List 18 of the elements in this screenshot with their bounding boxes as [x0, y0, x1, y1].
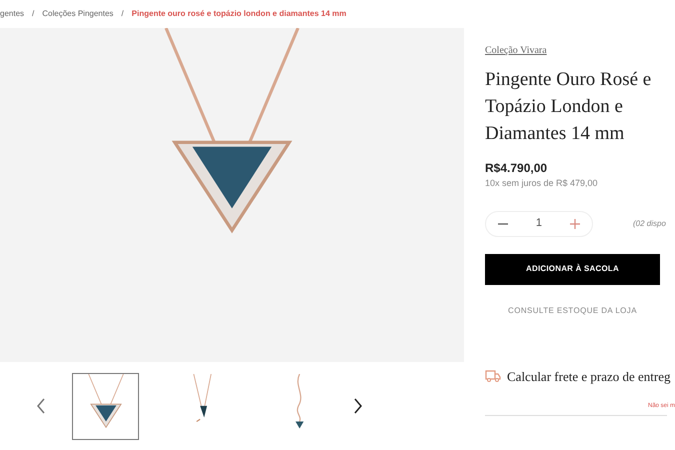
thumbnail[interactable] [72, 372, 139, 440]
add-to-bag-button[interactable]: ADICIONAR À SACOLA [485, 254, 660, 284]
breadcrumb-link[interactable]: Pingente ouro rosé e topázio london e diamantes 14 mm [132, 8, 346, 20]
breadcrumb-link[interactable]: gentes [0, 8, 24, 20]
price: R$4.790,00 [485, 160, 548, 177]
shipping-calculator-label: Calcular frete e prazo de entreg [507, 368, 670, 386]
quantity-field[interactable]: 1 [532, 215, 545, 232]
breadcrumb-separator: / [32, 8, 34, 20]
stock-note: (02 dispo [633, 218, 666, 230]
breadcrumb-separator: / [121, 8, 124, 20]
breadcrumb-link[interactable]: Coleções Pingentes [42, 8, 114, 20]
plus-icon[interactable] [570, 218, 580, 228]
product-title: Pingente Ouro Rosé e Topázio London e Diamantes 14 mm [485, 68, 652, 146]
installments-text: 10x sem juros de R$ 479,00 [485, 177, 599, 190]
collection-link[interactable]: Coleção Vivara [485, 43, 675, 58]
truck-icon [485, 370, 501, 382]
store-stock-link[interactable]: CONSULTE ESTOQUE DA LOJA [485, 304, 660, 316]
minus-icon[interactable] [498, 222, 508, 224]
